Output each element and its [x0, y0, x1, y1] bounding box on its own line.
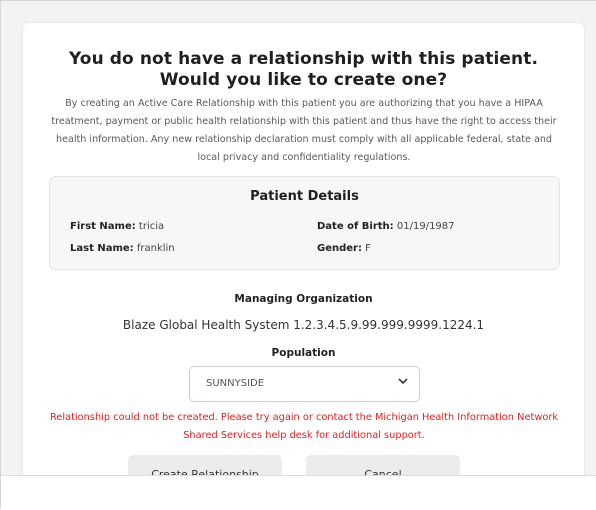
managing-org-label: Managing Organization	[234, 293, 373, 305]
chevron-down-icon	[398, 378, 408, 384]
dialog-description: By creating an Active Care Relationship …	[51, 98, 557, 163]
screen-frame: You do not have a relationship with this…	[0, 0, 596, 510]
dialog-title-line1: You do not have a relationship with this…	[68, 49, 539, 69]
first-name-field: First Name: tricia	[70, 221, 164, 232]
first-name-label: First Name:	[70, 221, 136, 232]
gender-label: Gender:	[317, 243, 362, 254]
first-name-value: tricia	[138, 221, 165, 232]
dob-value: 01/19/1987	[396, 221, 455, 232]
last-name-field: Last Name: franklin	[70, 243, 175, 254]
relationship-dialog: You do not have a relationship with this…	[23, 23, 584, 509]
patient-details-title: Patient Details	[250, 189, 359, 204]
dob-label: Date of Birth:	[317, 221, 394, 232]
gender-value: F	[365, 243, 371, 254]
gender-field: Gender: F	[317, 243, 371, 254]
managing-org-value: Blaze Global Health System 1.2.3.4.5.9.9…	[122, 318, 485, 332]
last-name-label: Last Name:	[70, 243, 134, 254]
population-selected-value: SUNNYSIDE	[206, 378, 265, 389]
error-message: Relationship could not be created. Pleas…	[49, 412, 559, 441]
dialog-title-line2: Would you like to create one?	[159, 70, 448, 90]
last-name-value: franklin	[136, 243, 175, 254]
dob-field: Date of Birth: 01/19/1987	[317, 221, 455, 232]
population-select[interactable]: SUNNYSIDE	[189, 366, 420, 402]
bottom-overlay-bar	[1, 475, 596, 510]
patient-details-panel: Patient Details First Name: tricia Last …	[49, 176, 560, 270]
population-label: Population	[271, 347, 336, 359]
